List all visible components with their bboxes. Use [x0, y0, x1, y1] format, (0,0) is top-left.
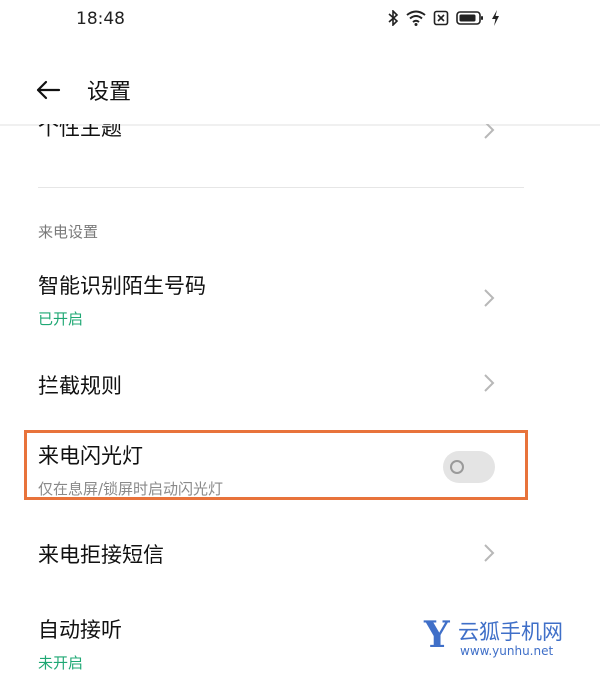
item-title: 智能识别陌生号码: [38, 274, 206, 298]
section-header: 来电设置: [38, 223, 99, 241]
battery-icon: [456, 11, 483, 25]
list-item-reject-sms[interactable]: 来电拒接短信: [38, 539, 508, 569]
wifi-icon: [406, 10, 426, 26]
highlight-box: [24, 430, 528, 500]
bluetooth-icon: [388, 10, 399, 26]
item-title: 来电拒接短信: [38, 543, 164, 567]
list-item-theme[interactable]: 个性主题: [38, 124, 508, 142]
chevron-right-icon: [484, 544, 495, 562]
watermark-letter: Y: [424, 614, 450, 656]
item-status: 已开启: [38, 310, 84, 328]
chevron-right-icon: [484, 374, 495, 392]
chevron-right-icon: [484, 124, 495, 139]
sim-icon: [433, 10, 449, 26]
item-title: 个性主题: [38, 124, 122, 140]
list-item-block-rules[interactable]: 拦截规则: [38, 370, 508, 400]
page-title: 设置: [87, 80, 132, 105]
charging-icon: [492, 10, 499, 26]
item-title: 拦截规则: [38, 374, 122, 398]
watermark-name: 云狐手机网: [458, 620, 563, 644]
settings-list[interactable]: 个性主题 来电设置 智能识别陌生号码 已开启 拦截规则 来电闪光灯 仅在息屏/锁…: [0, 124, 600, 674]
status-time: 18:48: [76, 9, 125, 29]
watermark-logo: Y 云狐手机网 www.yunhu.net: [424, 612, 594, 662]
chevron-right-icon: [484, 289, 495, 307]
arrow-left-icon: [36, 80, 61, 100]
watermark-url: www.yunhu.net: [460, 644, 554, 658]
divider: [38, 187, 524, 188]
app-header: 设置: [0, 64, 600, 114]
list-item-smart-identify[interactable]: 智能识别陌生号码 已开启: [38, 270, 508, 329]
status-icons: [388, 10, 500, 26]
back-button[interactable]: [30, 72, 66, 108]
status-bar: 18:48: [0, 0, 600, 40]
